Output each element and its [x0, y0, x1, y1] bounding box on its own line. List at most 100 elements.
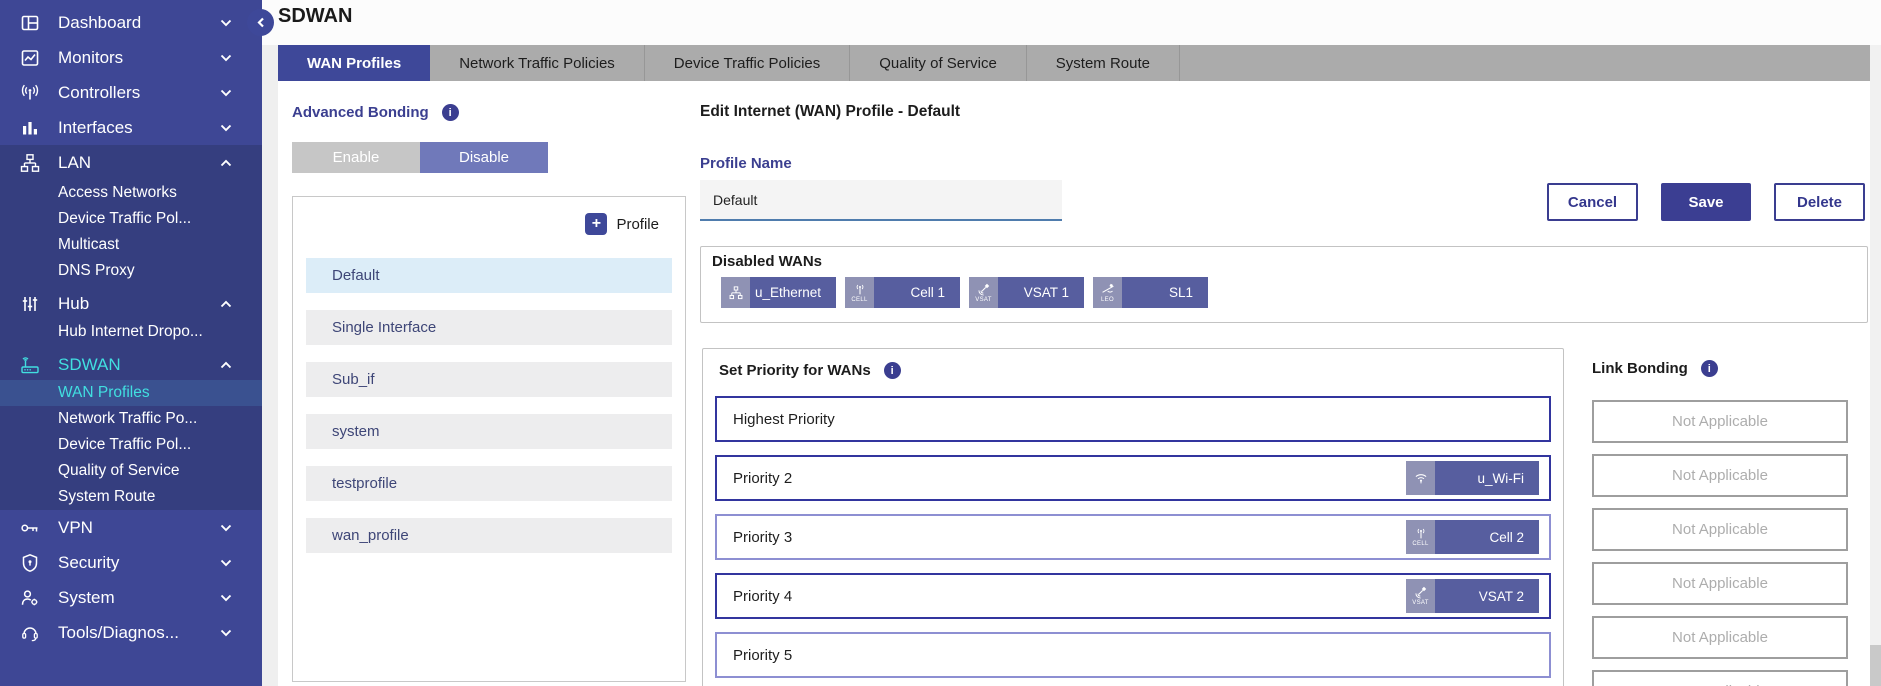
sidebar-item[interactable]: Device Traffic Pol... — [0, 432, 262, 458]
priority-row[interactable]: Priority 3 CELL Cell 2 — [715, 514, 1551, 560]
chevron-down-icon — [220, 629, 232, 637]
sidebar-item[interactable]: LAN — [0, 145, 262, 180]
sidebar-item[interactable]: VPN — [0, 510, 262, 545]
sidebar-item-icon — [16, 118, 44, 138]
wan-type-caption: LEO — [1101, 297, 1114, 303]
sidebar-item[interactable]: DNS Proxy — [0, 258, 262, 284]
wan-type-caption: CELL — [1412, 541, 1428, 547]
tab[interactable]: Device Traffic Policies — [645, 45, 850, 81]
sidebar-item[interactable]: Hub — [0, 284, 262, 319]
sidebar: Dashboard Monitors Controllers Interface… — [0, 0, 262, 686]
priority-row-label: Priority 2 — [733, 470, 792, 487]
scrollbar-thumb[interactable] — [1870, 645, 1881, 686]
wan-chip[interactable]: VSAT VSAT 2 — [1406, 579, 1539, 613]
save-button[interactable]: Save — [1661, 183, 1751, 221]
sidebar-item[interactable]: WAN Profiles — [0, 380, 262, 406]
wan-chip[interactable]: VSAT VSAT 1 — [969, 277, 1084, 308]
sidebar-item[interactable]: Device Traffic Pol... — [0, 206, 262, 232]
sidebar-item[interactable]: System Route — [0, 484, 262, 510]
cancel-button[interactable]: Cancel — [1547, 183, 1638, 221]
sidebar-item[interactable]: Tools/Diagnos... — [0, 615, 262, 650]
link-bonding-title-label: Link Bonding — [1592, 360, 1688, 377]
profile-list-item[interactable]: Sub_if — [306, 362, 672, 397]
sidebar-item[interactable]: SDWAN — [0, 345, 262, 380]
disabled-wans-title: Disabled WANs — [712, 253, 1867, 270]
sidebar-item[interactable]: System — [0, 580, 262, 615]
sidebar-item[interactable]: Hub Internet Dropo... — [0, 319, 262, 345]
sidebar-item-label: Device Traffic Pol... — [58, 210, 191, 228]
info-icon[interactable]: i — [884, 362, 901, 379]
priority-panel: Set Priority for WANs i Highest Priority… — [702, 348, 1564, 686]
priority-row[interactable]: Priority 2 u_Wi-Fi — [715, 455, 1551, 501]
sidebar-item-label: Dashboard — [58, 13, 141, 33]
priority-row[interactable]: Priority 4 VSAT VSAT 2 — [715, 573, 1551, 619]
plus-icon: + — [585, 213, 607, 235]
sidebar-item-label: DNS Proxy — [58, 262, 135, 280]
disabled-wans-chips: u_Ethernet CELL Cell 1 VSAT VSAT 1 LEO — [721, 277, 1867, 308]
sidebar-item-label: LAN — [58, 153, 91, 173]
sidebar-item-icon — [16, 294, 44, 314]
chevron-down-icon — [220, 559, 232, 567]
wan-chip-label: Cell 1 — [874, 277, 960, 308]
sidebar-item-label: Monitors — [58, 48, 123, 68]
sidebar-item[interactable]: Monitors — [0, 40, 262, 75]
sidebar-item-icon — [16, 48, 44, 68]
tab[interactable]: Quality of Service — [850, 45, 1027, 81]
add-profile-button[interactable]: + Profile — [585, 213, 659, 235]
sidebar-item-icon — [16, 588, 44, 608]
wan-chip[interactable]: CELL Cell 2 — [1406, 520, 1539, 554]
priority-rows: Highest Priority Priority 2 u_Wi-Fi Prio… — [703, 396, 1563, 678]
wan-type-icon: CELL — [845, 277, 874, 308]
sidebar-item-label: Security — [58, 553, 119, 573]
chevron-down-icon — [220, 19, 232, 27]
add-profile-label: Profile — [616, 216, 659, 233]
wan-chip[interactable]: CELL Cell 1 — [845, 277, 960, 308]
priority-row-label: Priority 5 — [733, 647, 792, 664]
link-bonding-select: Not Applicable — [1592, 454, 1848, 497]
profile-list-item[interactable]: testprofile — [306, 466, 672, 501]
sidebar-item[interactable]: Interfaces — [0, 110, 262, 145]
sidebar-item-icon — [16, 355, 44, 375]
wan-type-caption: VSAT — [975, 297, 991, 303]
sidebar-item[interactable]: Quality of Service — [0, 458, 262, 484]
sidebar-item-label: Device Traffic Pol... — [58, 436, 191, 454]
profile-name-input[interactable] — [700, 180, 1062, 221]
disable-button[interactable]: Disable — [420, 142, 548, 173]
link-bonding-select: Not Applicable — [1592, 562, 1848, 605]
tab-bar: WAN ProfilesNetwork Traffic PoliciesDevi… — [278, 45, 1876, 81]
tab[interactable]: System Route — [1027, 45, 1180, 81]
sidebar-item-label: Network Traffic Po... — [58, 410, 197, 428]
wan-chip[interactable]: u_Ethernet — [721, 277, 836, 308]
profile-list-item[interactable]: Default — [306, 258, 672, 293]
wan-chip[interactable]: u_Wi-Fi — [1406, 461, 1539, 495]
sidebar-item[interactable]: Multicast — [0, 232, 262, 258]
info-icon[interactable]: i — [442, 104, 459, 121]
sidebar-item[interactable]: Dashboard — [0, 5, 262, 40]
profile-list-item[interactable]: Single Interface — [306, 310, 672, 345]
wan-chip[interactable]: LEO SL1 — [1093, 277, 1208, 308]
sidebar-item-label: SDWAN — [58, 355, 121, 375]
wan-chip-label: SL1 — [1122, 277, 1208, 308]
scrollbar-track[interactable] — [1870, 45, 1881, 686]
tab[interactable]: WAN Profiles — [278, 45, 430, 81]
priority-row-label: Priority 3 — [733, 529, 792, 546]
sidebar-item-icon — [16, 83, 44, 103]
wan-chip-label: u_Ethernet — [750, 277, 836, 308]
priority-row[interactable]: Highest Priority — [715, 396, 1551, 442]
profile-list-item[interactable]: system — [306, 414, 672, 449]
sidebar-item-label: Multicast — [58, 236, 119, 254]
sidebar-item-label: Hub Internet Dropo... — [58, 323, 203, 341]
info-icon[interactable]: i — [1701, 360, 1718, 377]
enable-button[interactable]: Enable — [292, 142, 420, 173]
profile-list-item[interactable]: wan_profile — [306, 518, 672, 553]
sidebar-item-icon — [16, 518, 44, 538]
collapse-sidebar-button[interactable] — [247, 9, 274, 36]
delete-button[interactable]: Delete — [1774, 183, 1865, 221]
sidebar-item-label: Tools/Diagnos... — [58, 623, 179, 643]
sidebar-item[interactable]: Controllers — [0, 75, 262, 110]
priority-row[interactable]: Priority 5 — [715, 632, 1551, 678]
sidebar-item[interactable]: Network Traffic Po... — [0, 406, 262, 432]
sidebar-item[interactable]: Access Networks — [0, 180, 262, 206]
tab[interactable]: Network Traffic Policies — [430, 45, 645, 81]
sidebar-item[interactable]: Security — [0, 545, 262, 580]
